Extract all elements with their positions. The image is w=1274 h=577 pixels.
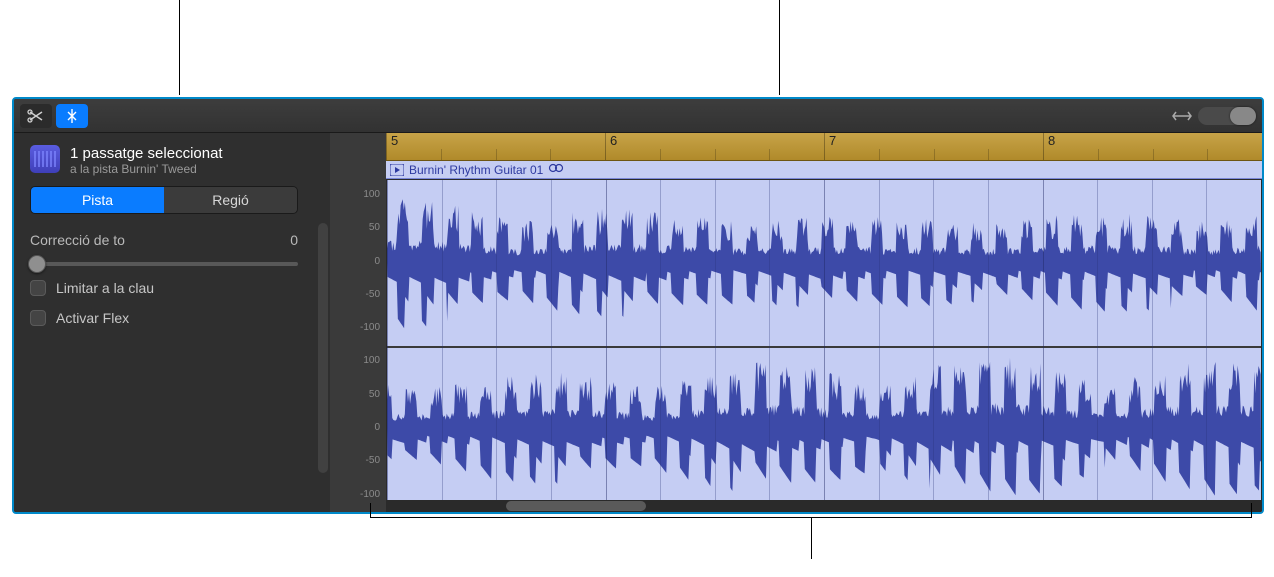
waveform-canvas[interactable] [386,179,1262,512]
amp-tick: 0 [374,256,380,267]
limit-to-key-label: Limitar a la clau [56,280,154,296]
selection-title: 1 passatge seleccionat [70,145,223,162]
slider-knob[interactable] [28,255,46,273]
horizontal-scrollbar[interactable] [386,500,1262,512]
callout-line [779,0,780,95]
amp-tick: 50 [369,222,380,233]
horizontal-zoom[interactable] [1172,107,1256,125]
editor-toolbar [14,99,1262,133]
enable-flex-checkbox[interactable] [30,310,46,326]
loop-icon [548,163,564,176]
inspector-scrollbar[interactable] [318,223,328,473]
ruler-marker: 5 [386,133,398,160]
pitch-correction-slider[interactable] [30,262,298,266]
pitch-correction-label: Correcció de to [30,232,125,248]
selection-subtitle: a la pista Burnin' Tweed [70,162,223,176]
zoom-slider[interactable] [1198,107,1256,125]
inspector-tabs: Pista Regió [30,186,298,214]
callout-line [179,0,180,95]
amp-tick: -100 [360,489,380,500]
scissors-icon [27,109,45,123]
region-header[interactable]: Burnin' Rhythm Guitar 01 [386,161,1262,179]
pitch-correction-value: 0 [290,232,298,248]
amp-tick: 0 [374,422,380,433]
enable-flex-label: Activar Flex [56,310,129,326]
instrument-icon [30,145,60,173]
scissors-tool-button[interactable] [20,104,52,128]
region-name: Burnin' Rhythm Guitar 01 [409,163,543,177]
ruler-marker: 7 [824,133,836,160]
waveform-editor: 5 6 7 8 9 Burnin' Rhythm Guitar 01 100 50 0 -50… [330,133,1262,512]
flex-tool-button[interactable] [56,104,88,128]
ruler-marker: 6 [605,133,617,160]
flex-icon [64,109,80,123]
scrollbar-thumb[interactable] [506,501,646,511]
ruler-marker: 8 [1043,133,1055,160]
amp-tick: 50 [369,389,380,400]
amp-tick: 100 [363,355,380,366]
amp-tick: 100 [363,189,380,200]
amp-tick: -50 [366,455,380,466]
play-icon [390,164,404,176]
amp-tick: -100 [360,322,380,333]
audio-editor-window: 1 passatge seleccionat a la pista Burnin… [12,97,1264,514]
limit-to-key-checkbox[interactable] [30,280,46,296]
callout-bracket [370,517,1252,531]
ruler-marker: 9 [1262,133,1264,160]
horizontal-arrows-icon [1172,110,1192,122]
tab-track[interactable]: Pista [31,187,164,213]
inspector-panel: 1 passatge seleccionat a la pista Burnin… [14,133,330,512]
tab-region[interactable]: Regió [164,187,297,213]
amp-tick: -50 [366,289,380,300]
time-ruler[interactable]: 5 6 7 8 9 [386,133,1262,161]
amplitude-ruler: 100 50 0 -50 -100 100 50 0 -50 -100 [330,179,386,512]
